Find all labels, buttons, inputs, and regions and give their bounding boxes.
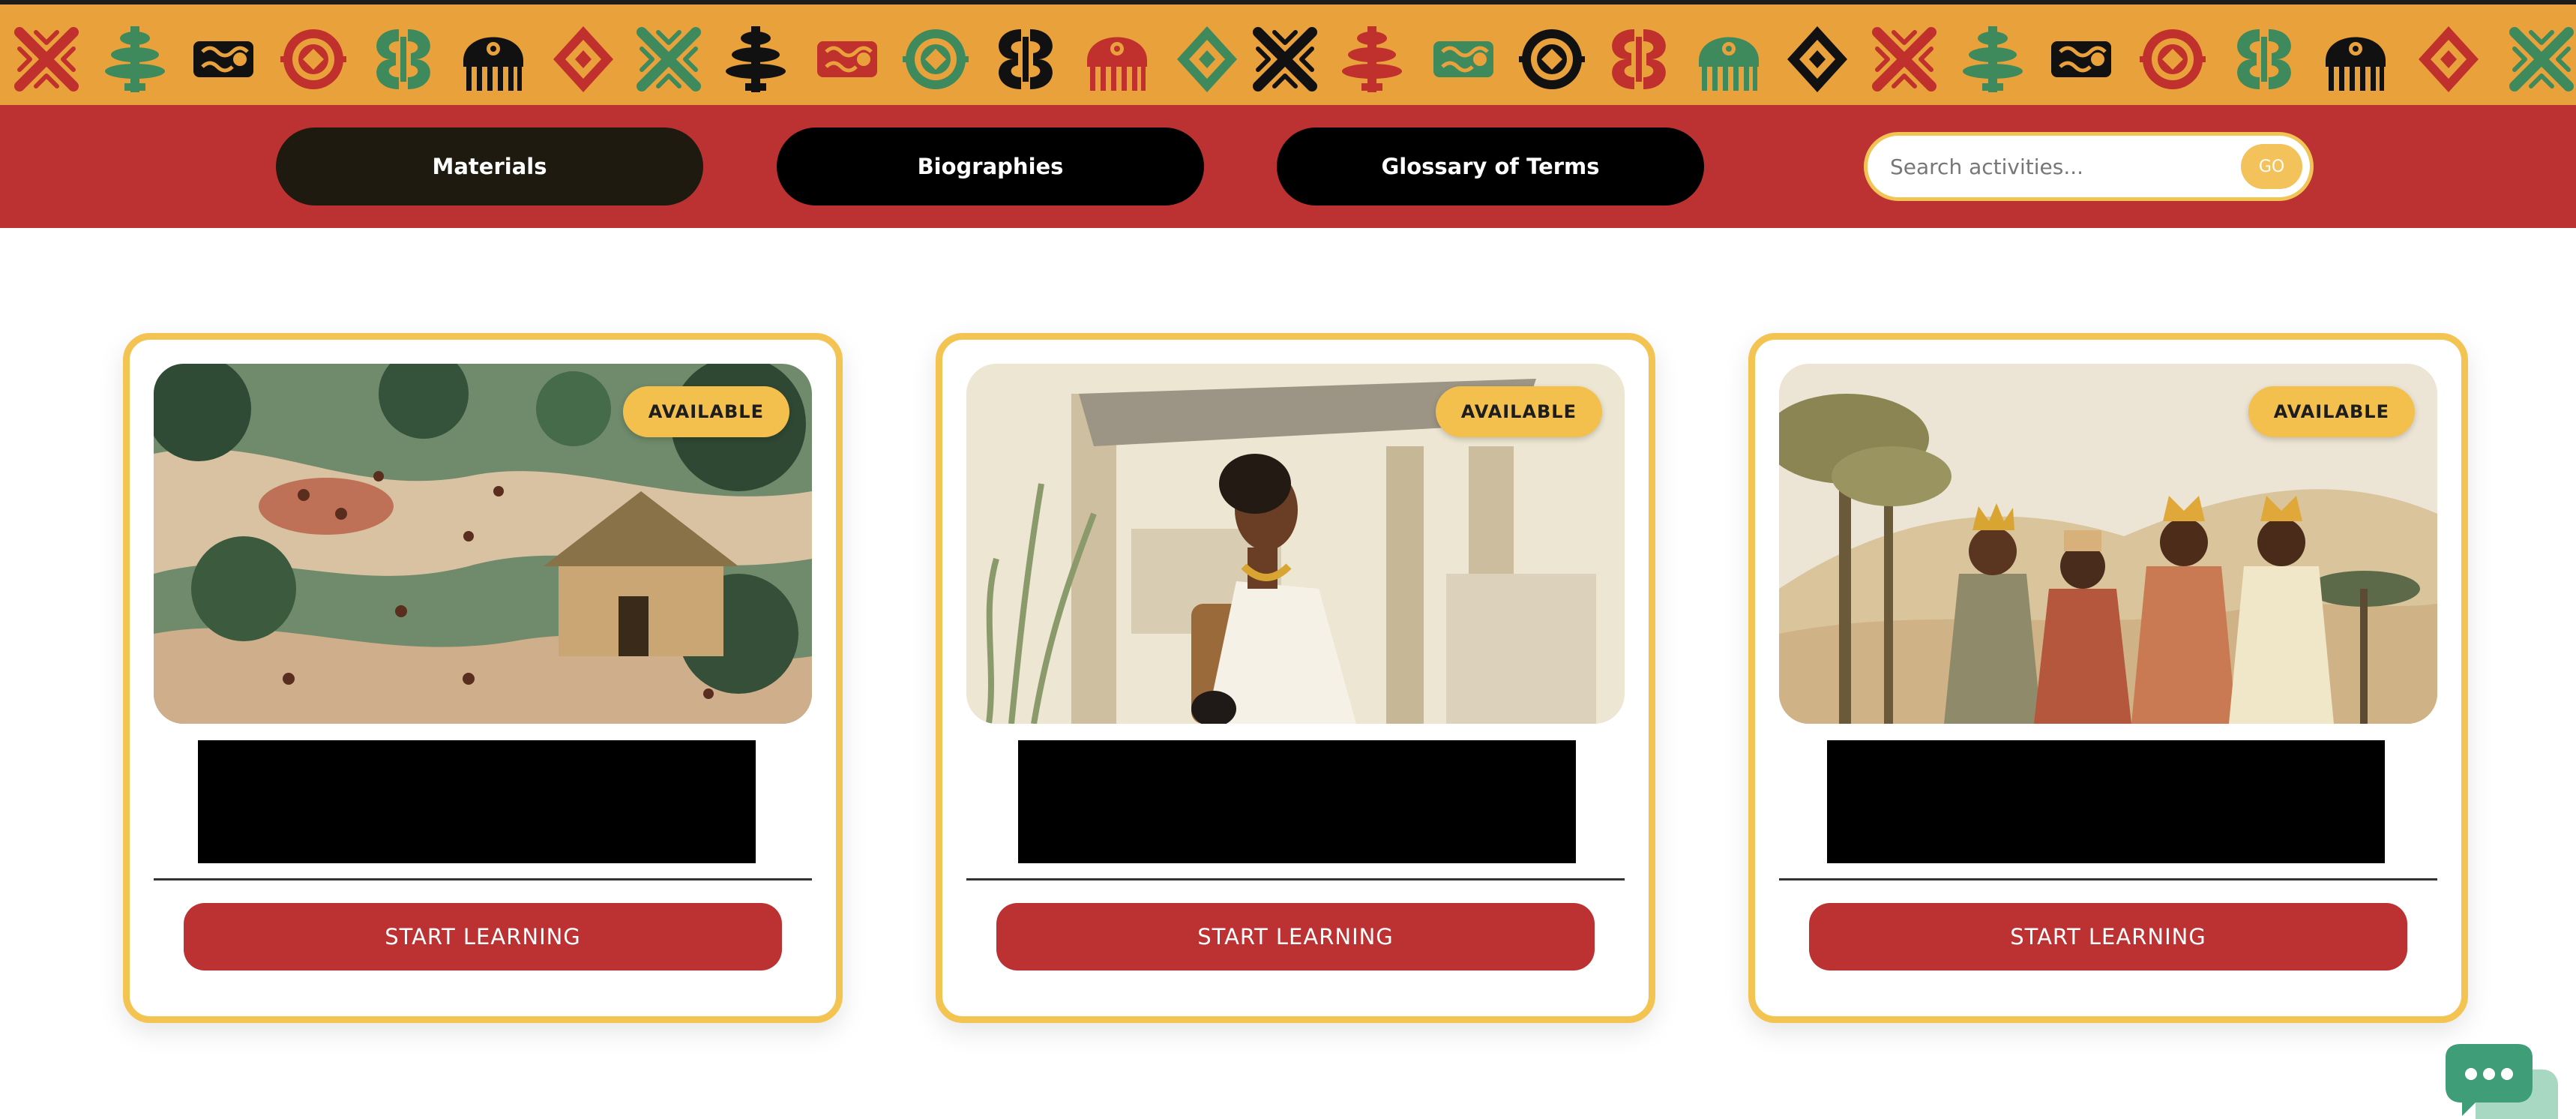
main-navigation: Materials Biographies Glossary of Terms … [0,105,2576,228]
card-title-redacted [1018,740,1576,863]
status-badge: AVAILABLE [622,386,789,437]
chat-bubble-icon [2446,1044,2558,1119]
village-illustration[interactable]: AVAILABLE [154,364,812,724]
search-input[interactable] [1868,136,2241,197]
activity-card: AVAILABLE START LEARNING [936,333,1655,1023]
card-title-redacted [1827,740,2385,863]
status-badge: AVAILABLE [2248,386,2415,437]
card-divider [1779,878,2437,880]
queen-illustration[interactable]: AVAILABLE [966,364,1625,724]
nav-glossary-button[interactable]: Glossary of Terms [1277,128,1704,206]
nav-materials-button[interactable]: Materials [276,128,703,206]
search-box: GO [1864,132,2314,201]
start-learning-button[interactable]: START LEARNING [996,903,1595,970]
activity-card: AVAILABLE START LEARNING [123,333,843,1023]
nav-biographies-button[interactable]: Biographies [777,128,1204,206]
activity-card: AVAILABLE START LEARNING [1748,333,2468,1023]
start-learning-button[interactable]: START LEARNING [184,903,782,970]
card-divider [154,878,812,880]
chat-widget-button[interactable] [2446,1044,2576,1119]
adinkra-pattern-icon [0,26,2576,92]
header-pattern-band [0,0,2576,105]
status-badge: AVAILABLE [1435,386,1602,437]
card-title-redacted [198,740,756,863]
search-go-button[interactable]: GO [2241,144,2302,189]
card-divider [966,878,1625,880]
start-learning-button[interactable]: START LEARNING [1809,903,2407,970]
kings-illustration[interactable]: AVAILABLE [1779,364,2437,724]
